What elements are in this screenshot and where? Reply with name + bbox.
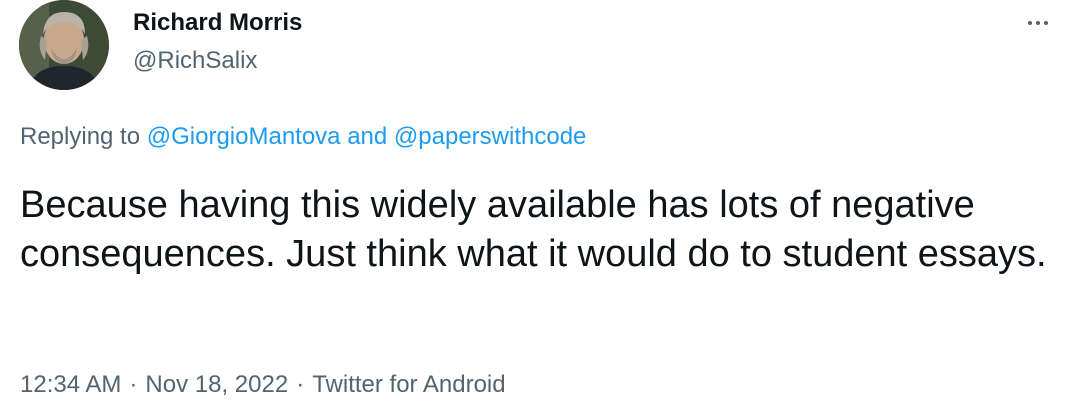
tweet-source[interactable]: Twitter for Android <box>312 371 505 398</box>
meta-separator: · <box>129 371 138 398</box>
tweet-metadata: 12:34 AM · Nov 18, 2022 · Twitter for Androi… <box>20 370 506 400</box>
tweet: Richard Morris @RichSalix Replying to @G… <box>0 0 1080 404</box>
author-block: Richard Morris @RichSalix <box>133 8 302 76</box>
author-display-name[interactable]: Richard Morris <box>133 8 302 38</box>
mention-link[interactable]: @paperswithcode <box>394 123 586 150</box>
more-horizontal-icon-dot <box>1044 21 1048 25</box>
meta-separator: · <box>296 371 305 398</box>
tweet-time[interactable]: 12:34 AM <box>20 371 121 398</box>
avatar[interactable] <box>19 0 109 90</box>
tweet-date[interactable]: Nov 18, 2022 <box>145 371 288 398</box>
avatar-photo <box>19 0 109 90</box>
mention-link[interactable]: @GiorgioMantova <box>147 123 341 150</box>
replying-conjunction: and <box>340 123 394 150</box>
more-horizontal-icon-dot <box>1036 21 1040 25</box>
more-options-button[interactable] <box>1018 8 1058 38</box>
tweet-text: Because having this widely available has… <box>20 184 1047 275</box>
replying-to-prefix: Replying to <box>20 123 147 150</box>
replying-to: Replying to @GiorgioMantova and @papersw… <box>20 122 586 152</box>
author-handle[interactable]: @RichSalix <box>133 46 302 76</box>
more-horizontal-icon <box>1028 21 1032 25</box>
